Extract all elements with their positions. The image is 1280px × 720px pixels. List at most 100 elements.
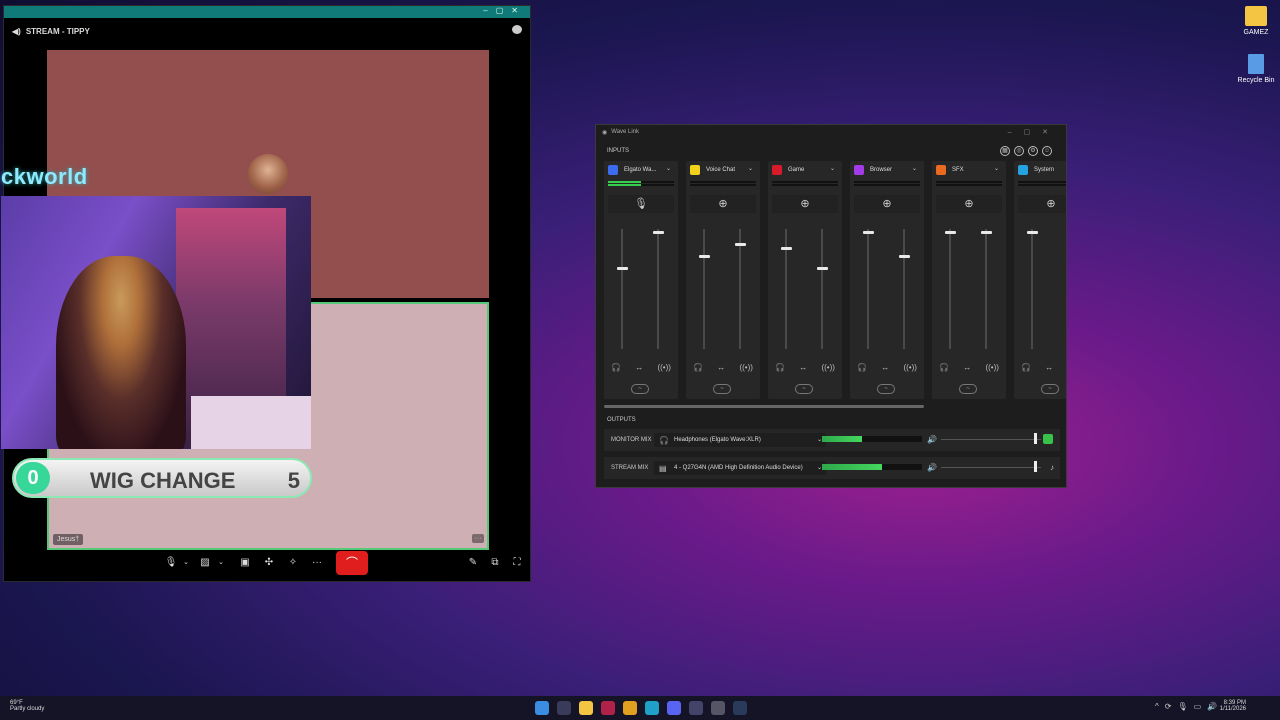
link-icon[interactable]: ↔ [799,363,807,372]
volume-fader-track[interactable] [703,229,705,349]
link-icon[interactable]: ↔ [1045,363,1053,372]
hang-up-button[interactable]: ⌒ [336,551,368,575]
app-icon[interactable] [601,701,615,715]
system-tray[interactable]: ^⟳🎙▭🔊 [1155,702,1223,711]
volume-fader-track[interactable] [985,229,987,349]
effects-icon[interactable]: ~ [1041,384,1059,394]
chevron-down-icon[interactable]: ⌄ [748,165,753,172]
tile-more-icon[interactable]: ··· [472,534,484,543]
volume-slider[interactable] [941,439,1041,440]
effects-icon[interactable]: ~ [959,384,977,394]
chevron-down-icon[interactable]: ⌄ [830,165,835,172]
volume-fader-track[interactable] [621,229,623,349]
chat-icon[interactable] [512,25,522,34]
window-titlebar[interactable]: –▢✕ [4,6,530,18]
volume-fader-track[interactable] [949,229,951,349]
add-effect-button[interactable]: ⊕ [772,195,838,213]
link-icon[interactable]: ↔ [717,363,725,372]
desktop-icon-gamez[interactable]: GAMEZ [1230,6,1280,36]
clock[interactable]: 8:39 PM 1/11/2026 [1220,700,1246,712]
edge-icon[interactable] [645,701,659,715]
channel-header[interactable]: SFX ⌄ [932,161,1006,179]
add-effect-button[interactable]: ⊕ [1018,195,1066,213]
soundboard-icon[interactable]: ✧ [286,557,300,569]
broadcast-icon[interactable]: ((•)) [739,363,752,372]
start-icon[interactable] [535,701,549,715]
avatar[interactable] [248,154,288,194]
broadcast-icon[interactable]: ((•)) [821,363,834,372]
chevron-down-icon[interactable]: ⌄ [994,165,999,172]
headphones-icon[interactable]: 🎧 [693,363,703,372]
add-effect-button[interactable]: ⊕ [854,195,920,213]
chrome-icon[interactable] [623,701,637,715]
volume-fader-handle[interactable] [863,231,874,235]
chevron-down-icon[interactable]: ⌄ [214,557,228,569]
search-icon[interactable] [557,701,571,715]
broadcast-icon[interactable]: ((•)) [903,363,916,372]
horizontal-scrollbar[interactable] [604,405,924,408]
popout-icon[interactable]: ⧉ [488,557,502,569]
volume-fader-track[interactable] [821,229,823,349]
fullscreen-icon[interactable]: ⛶ [510,557,524,569]
broadcast-icon[interactable]: ((•)) [657,363,670,372]
link-icon[interactable]: ↔ [881,363,889,372]
effects-icon[interactable]: ~ [713,384,731,394]
volume-fader-track[interactable] [657,229,659,349]
volume-slider-handle[interactable] [1034,461,1037,472]
more-button[interactable]: ··· [310,557,324,569]
add-effect-button[interactable]: ⊕ [936,195,1002,213]
headphones-icon[interactable]: 🎧 [939,363,949,372]
volume-fader-track[interactable] [739,229,741,349]
link-icon[interactable]: ↔ [635,363,643,372]
volume-fader-handle[interactable] [653,231,664,235]
output-device-select[interactable]: ▤ 4 - Q27G4N (AMD High Definition Audio … [654,461,826,475]
desktop-icon-recycle-bin[interactable]: Recycle Bin [1230,54,1280,84]
volume-fader-handle[interactable] [1027,231,1038,235]
headphones-icon[interactable]: 🎧 [1021,363,1031,372]
volume-fader-handle[interactable] [735,243,746,247]
chevron-down-icon[interactable]: ⌄ [912,165,917,172]
volume-fader-handle[interactable] [817,267,828,271]
activities-icon[interactable]: ✣ [262,557,276,569]
effects-icon[interactable]: ~ [795,384,813,394]
output-device-select[interactable]: 🎧 Headphones (Elgato Wave:XLR) ⌄ [654,433,826,447]
weather-widget[interactable]: 69°F Partly cloudy [10,700,44,712]
pin-icon[interactable]: ✎ [466,557,480,569]
headphones-icon[interactable]: 🎧 [611,363,621,372]
channel-header[interactable]: System⌄ [1014,161,1066,179]
app-icon[interactable] [689,701,703,715]
microphone-icon[interactable]: 🎙 [164,557,178,569]
mic-settings-button[interactable]: 🎙 [608,195,674,213]
volume-fader-handle[interactable] [699,255,710,259]
channel-header[interactable]: Browser ⌄ [850,161,924,179]
file-explorer-icon[interactable] [579,701,593,715]
broadcast-icon[interactable]: ((•)) [985,363,998,372]
headphones-icon[interactable]: 🎧 [775,363,785,372]
monitor-toggle[interactable] [1043,434,1053,444]
channel-header[interactable]: Game ⌄ [768,161,842,179]
volume-fader-track[interactable] [1031,229,1033,349]
volume-fader-track[interactable] [867,229,869,349]
volume-fader-track[interactable] [903,229,905,349]
window-controls[interactable]: –▢✕ [483,6,526,15]
volume-fader-handle[interactable] [617,267,628,271]
discord-icon[interactable] [667,701,681,715]
volume-slider-handle[interactable] [1034,433,1037,444]
volume-slider[interactable] [941,467,1041,468]
channel-header[interactable]: Voice Chat ⌄ [686,161,760,179]
camera-off-icon[interactable]: ▨ [198,557,212,569]
channel-header[interactable]: Elgato Wa... ⌄ [604,161,678,179]
headphones-icon[interactable]: 🎧 [857,363,867,372]
link-icon[interactable]: ↔ [963,363,971,372]
volume-fader-handle[interactable] [981,231,992,235]
chevron-down-icon[interactable]: ⌄ [666,165,671,172]
speaker-icon[interactable]: 🔊 [927,463,937,472]
steam-icon[interactable] [733,701,747,715]
screen-share-icon[interactable]: ▣ [238,557,252,569]
volume-fader-handle[interactable] [899,255,910,259]
effects-icon[interactable]: ~ [631,384,649,394]
ear-icon[interactable]: ♪ [1050,463,1054,472]
effects-icon[interactable]: ~ [877,384,895,394]
volume-fader-handle[interactable] [945,231,956,235]
volume-fader-handle[interactable] [781,247,792,250]
